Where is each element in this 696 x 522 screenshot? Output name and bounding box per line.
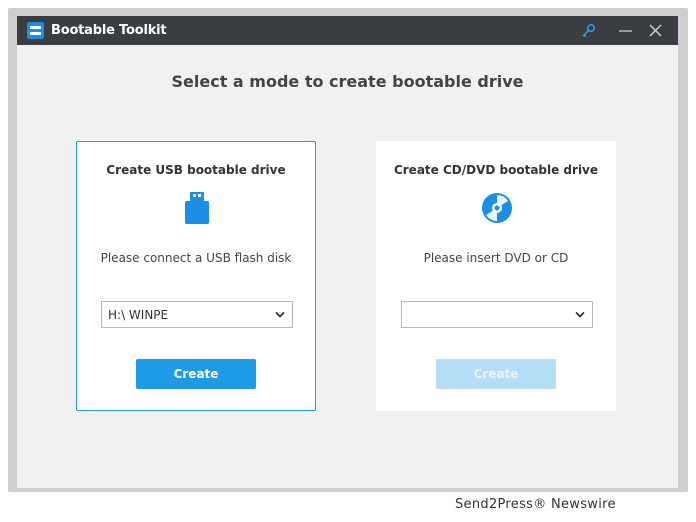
page-title: Select a mode to create bootable drive <box>171 72 524 91</box>
chevron-down-icon <box>575 311 585 318</box>
usb-mode-card[interactable]: Create USB bootable drive Please connect… <box>76 141 316 411</box>
usb-card-title: Create USB bootable drive <box>106 163 286 177</box>
dvd-drive-select[interactable] <box>401 301 593 328</box>
chevron-down-icon <box>275 311 285 318</box>
close-icon <box>649 24 662 37</box>
minimize-icon <box>619 30 632 32</box>
dvd-card-title: Create CD/DVD bootable drive <box>393 163 599 177</box>
minimize-button[interactable] <box>611 16 639 45</box>
disc-icon <box>482 193 512 223</box>
dvd-card-description: Please insert DVD or CD <box>423 251 569 265</box>
app-title: Bootable Toolkit <box>51 23 167 38</box>
app-logo-icon <box>27 22 44 39</box>
dvd-create-button[interactable]: Create <box>436 359 556 389</box>
app-window: Bootable Toolkit Select a mode to create… <box>17 16 678 488</box>
title-bar[interactable]: Bootable Toolkit <box>17 16 678 45</box>
usb-drive-icon <box>185 192 209 224</box>
dvd-mode-card[interactable]: Create CD/DVD bootable drive Please inse… <box>376 141 616 411</box>
usb-create-button[interactable]: Create <box>136 359 256 389</box>
newswire-watermark: Send2Press® Newswire <box>455 497 616 512</box>
usb-drive-select-value: H:\ WINPE <box>108 308 169 322</box>
close-button[interactable] <box>641 16 669 45</box>
key-icon <box>582 24 595 38</box>
usb-card-description: Please connect a USB flash disk <box>100 251 292 265</box>
usb-drive-select[interactable]: H:\ WINPE <box>101 301 293 328</box>
license-key-button[interactable] <box>574 16 602 45</box>
